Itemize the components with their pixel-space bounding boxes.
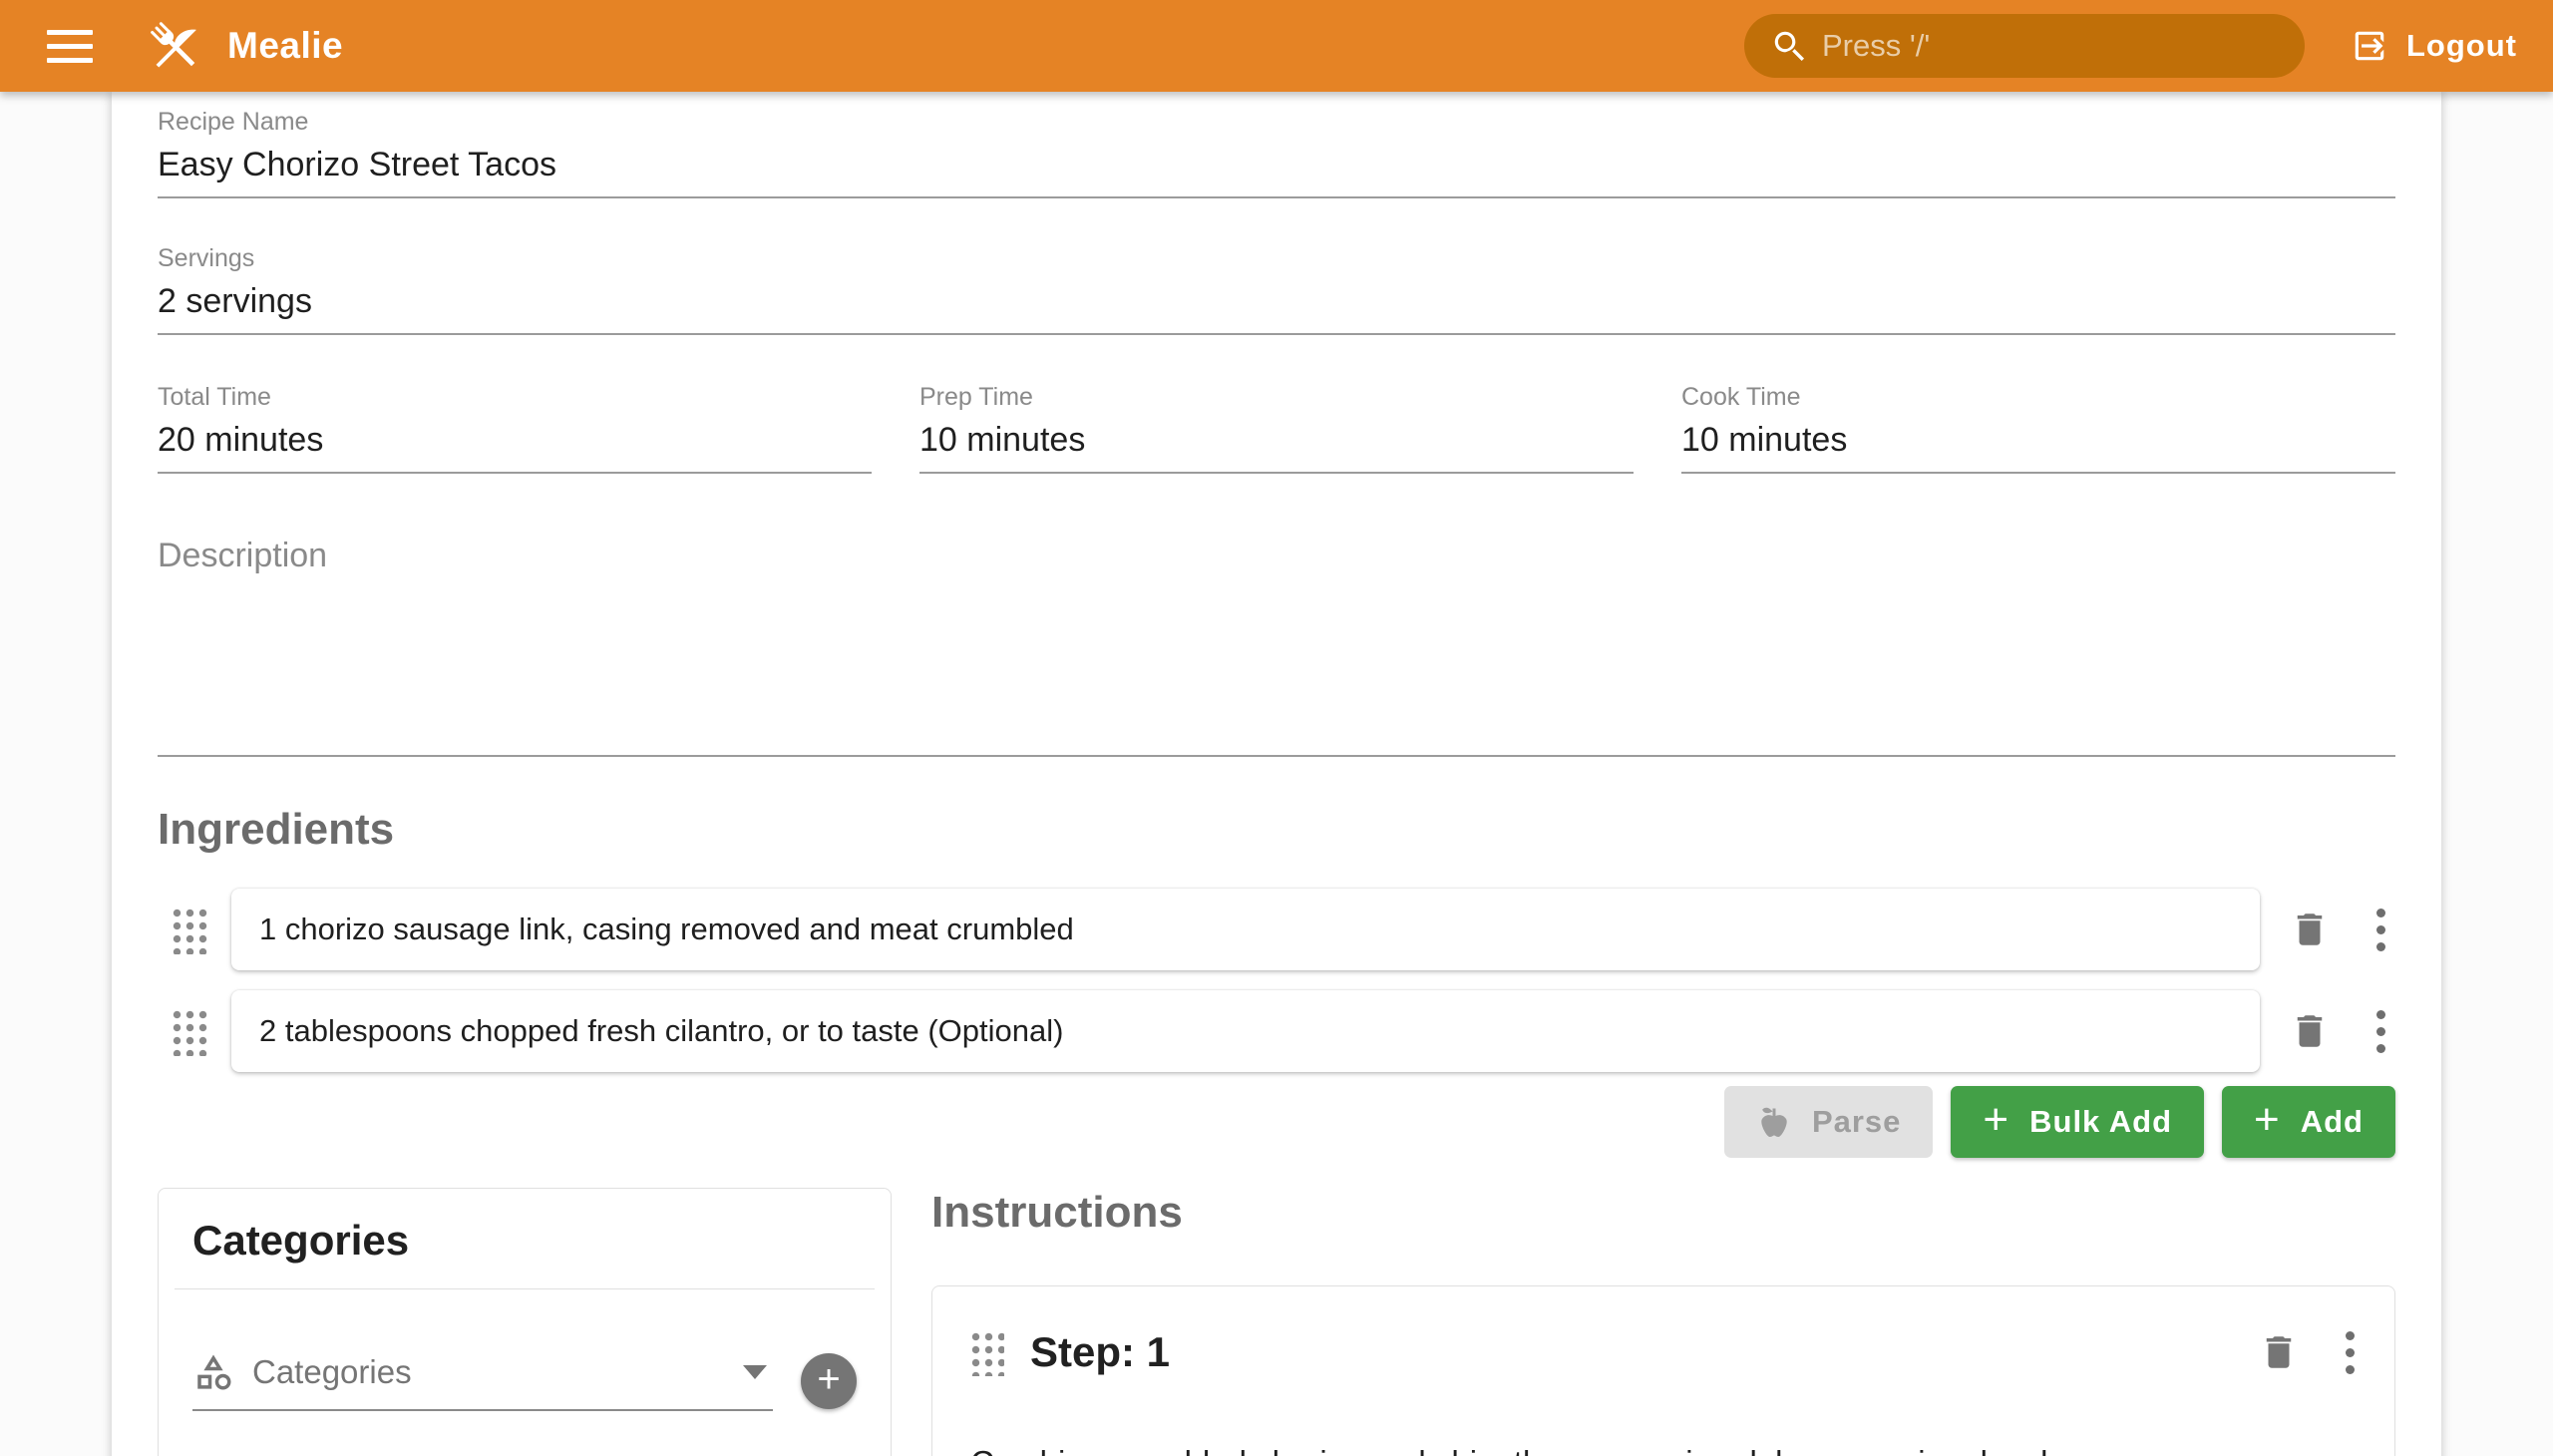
parse-label: Parse	[1812, 1104, 1901, 1140]
prep-time-input[interactable]	[919, 413, 1634, 474]
ingredient-menu-button[interactable]	[2366, 904, 2395, 955]
trash-icon	[2289, 909, 2331, 950]
kebab-icon	[2376, 1010, 2385, 1019]
ingredient-menu-button[interactable]	[2366, 1005, 2395, 1057]
instructions-section: Instructions Step: 1	[931, 1188, 2395, 1456]
ingredients-heading: Ingredients	[158, 805, 2395, 855]
step-card: Step: 1 Combine crumbled chorizo and chi…	[931, 1285, 2395, 1456]
ingredient-input[interactable]	[259, 1013, 2232, 1049]
step-text[interactable]: Combine crumbled chorizo and chipotle pe…	[962, 1444, 2365, 1456]
delete-step-button[interactable]	[2255, 1328, 2303, 1376]
app-title: Mealie	[227, 25, 343, 67]
plus-icon: +	[1983, 1098, 2009, 1142]
description-textarea[interactable]	[158, 571, 2395, 757]
recipe-name-input[interactable]	[158, 138, 2395, 198]
page-background: Recipe Name Servings Total Time Prep Tim…	[0, 92, 2553, 1456]
step-title: Step: 1	[1030, 1328, 1170, 1376]
apple-icon	[1756, 1104, 1792, 1140]
divider	[175, 1288, 875, 1289]
categories-select-placeholder: Categories	[252, 1353, 743, 1391]
bulk-add-button[interactable]: + Bulk Add	[1951, 1086, 2204, 1158]
plus-icon: +	[2254, 1098, 2281, 1142]
ingredient-input[interactable]	[259, 911, 2232, 947]
ingredient-actions: Parse + Bulk Add + Add	[158, 1086, 2395, 1158]
hamburger-icon	[47, 30, 93, 35]
search-icon	[1770, 27, 1808, 65]
recipe-name-field: Recipe Name	[158, 106, 2395, 198]
add-ingredient-button[interactable]: + Add	[2222, 1086, 2395, 1158]
ingredient-card	[231, 990, 2260, 1072]
recipe-name-label: Recipe Name	[158, 106, 2395, 138]
description-field: Description	[158, 540, 2395, 757]
total-time-label: Total Time	[158, 381, 872, 413]
prep-time-field: Prep Time	[919, 381, 1634, 474]
kebab-icon	[2346, 1331, 2355, 1340]
add-label: Add	[2301, 1104, 2364, 1140]
step-menu-button[interactable]	[2335, 1326, 2365, 1378]
ingredient-card	[231, 889, 2260, 970]
drag-handle-icon[interactable]	[170, 1006, 207, 1056]
description-label: Description	[158, 540, 2395, 571]
search-bar[interactable]	[1744, 14, 2305, 78]
utensils-logo-icon	[144, 15, 205, 77]
categories-card: Categories Categories +	[158, 1188, 892, 1456]
trash-icon	[2258, 1331, 2300, 1373]
servings-field: Servings	[158, 242, 2395, 335]
kebab-icon	[2376, 909, 2385, 917]
plus-icon: +	[817, 1359, 840, 1399]
chevron-down-icon[interactable]	[743, 1365, 767, 1379]
drag-handle-icon[interactable]	[170, 905, 207, 954]
menu-button[interactable]	[34, 10, 106, 82]
total-time-field: Total Time	[158, 381, 872, 474]
cook-time-label: Cook Time	[1681, 381, 2395, 413]
trash-icon	[2289, 1010, 2331, 1052]
cook-time-field: Cook Time	[1681, 381, 2395, 474]
delete-ingredient-button[interactable]	[2286, 906, 2334, 953]
delete-ingredient-button[interactable]	[2286, 1007, 2334, 1055]
drag-handle-icon[interactable]	[968, 1328, 1004, 1376]
categories-select[interactable]: Categories	[192, 1351, 773, 1411]
parse-button[interactable]: Parse	[1724, 1086, 1933, 1158]
categories-heading: Categories	[159, 1189, 891, 1288]
logout-label: Logout	[2406, 28, 2517, 64]
add-category-button[interactable]: +	[801, 1353, 857, 1409]
servings-input[interactable]	[158, 274, 2395, 335]
logout-button[interactable]: Logout	[2351, 27, 2517, 65]
search-input[interactable]	[1822, 28, 2279, 64]
shapes-icon	[192, 1351, 234, 1393]
app-bar: Mealie Logout	[0, 0, 2553, 92]
total-time-input[interactable]	[158, 413, 872, 474]
logout-icon	[2351, 27, 2388, 65]
ingredient-row	[158, 889, 2395, 970]
recipe-editor-card: Recipe Name Servings Total Time Prep Tim…	[112, 92, 2441, 1456]
prep-time-label: Prep Time	[919, 381, 1634, 413]
bulk-add-label: Bulk Add	[2029, 1104, 2172, 1140]
servings-label: Servings	[158, 242, 2395, 274]
instructions-heading: Instructions	[931, 1188, 2395, 1238]
cook-time-input[interactable]	[1681, 413, 2395, 474]
ingredient-row	[158, 990, 2395, 1072]
